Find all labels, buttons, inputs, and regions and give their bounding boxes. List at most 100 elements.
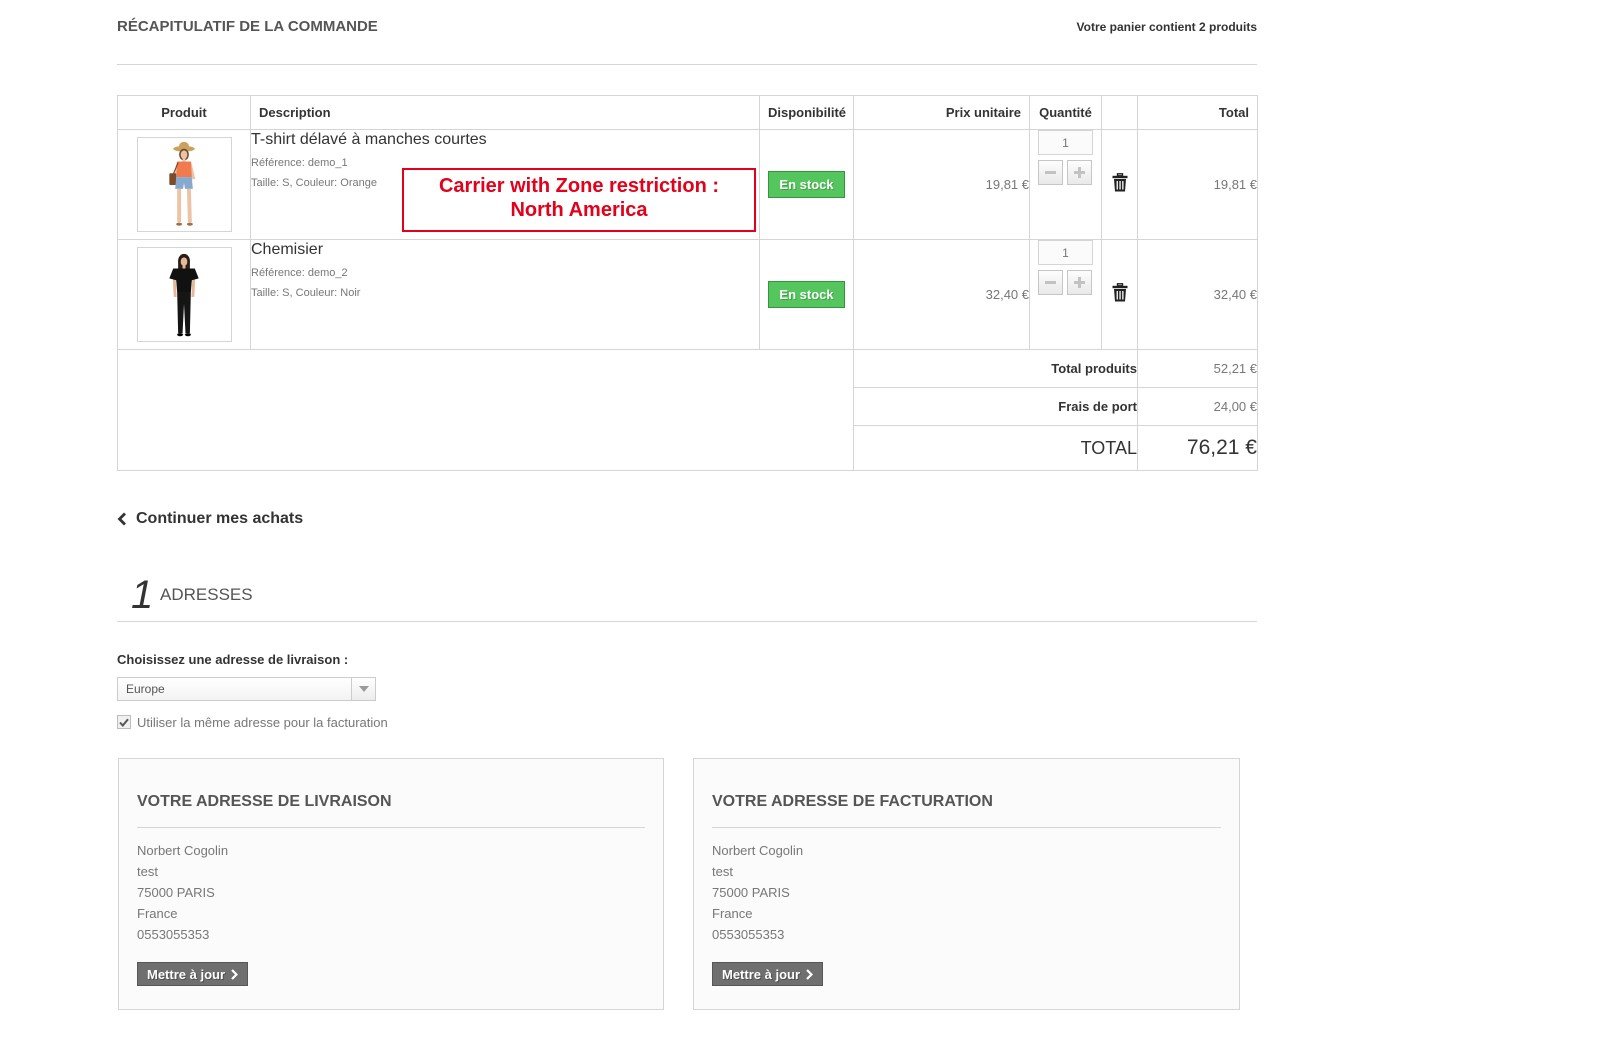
total-products-label: Total produits <box>853 349 1138 388</box>
delete-item-button[interactable] <box>1112 172 1128 197</box>
minus-icon <box>1045 281 1056 284</box>
availability-cell: En stock <box>759 239 854 350</box>
product-name-link[interactable]: T-shirt délavé à manches courtes <box>251 130 759 150</box>
product-image-cell <box>117 129 251 240</box>
continue-shopping-label: Continuer mes achats <box>136 510 304 527</box>
chevron-right-icon <box>806 968 814 980</box>
address-phone: 0553055353 <box>137 927 210 942</box>
address-box-title: VOTRE ADRESSE DE FACTURATION <box>712 793 993 810</box>
address-city: 75000 PARIS <box>137 885 215 900</box>
shipping-label: Frais de port <box>853 387 1138 426</box>
delivery-address-box: VOTRE ADRESSE DE LIVRAISON Norbert Cogol… <box>118 758 664 1010</box>
step-number: 1 <box>131 573 154 617</box>
unit-price: 32,40 € <box>853 239 1030 350</box>
unit-price: 19,81 € <box>853 129 1030 240</box>
stock-badge: En stock <box>768 281 845 308</box>
column-header-delete <box>1101 95 1138 130</box>
delivery-address-select[interactable]: Europe <box>117 677 376 701</box>
plus-icon <box>1074 167 1085 178</box>
checkmark-icon <box>119 718 129 727</box>
update-button-label: Mettre à jour <box>147 966 226 982</box>
shipping-value: 24,00 € <box>1137 387 1258 426</box>
total-products-value: 52,21 € <box>1137 349 1258 388</box>
product-attributes: Taille: S, Couleur: Noir <box>251 287 361 299</box>
table-row: Chemisier Référence: demo_2 Taille: S, C… <box>117 239 1258 350</box>
cart-count: Votre panier contient 2 produits <box>1076 20 1257 34</box>
step-divider <box>117 621 1257 622</box>
step-title: ADRESSES <box>160 585 253 604</box>
address-name: Norbert Cogolin <box>712 843 804 858</box>
update-invoice-address-button[interactable]: Mettre à jour <box>712 962 824 986</box>
dropdown-toggle[interactable] <box>351 678 375 700</box>
trash-icon <box>1112 282 1127 301</box>
product-image[interactable] <box>136 247 232 342</box>
same-address-checkbox[interactable] <box>117 715 131 729</box>
continue-shopping-link[interactable]: Continuer mes achats <box>117 509 303 529</box>
quantity-decrease-button[interactable] <box>1038 270 1063 295</box>
table-header-row: Produit Description Disponibilité Prix u… <box>117 95 1258 130</box>
quantity-cell <box>1029 129 1102 240</box>
update-delivery-address-button[interactable]: Mettre à jour <box>137 962 249 986</box>
address-phone: 0553055353 <box>712 927 785 942</box>
quantity-input[interactable] <box>1038 130 1093 155</box>
product-photo-chemisier <box>168 253 199 337</box>
dropdown-arrow-icon <box>358 686 369 692</box>
quantity-input[interactable] <box>1038 240 1093 265</box>
quantity-increase-button[interactable] <box>1067 160 1092 185</box>
delete-cell <box>1101 129 1138 240</box>
address-country: France <box>137 906 178 921</box>
quantity-increase-button[interactable] <box>1067 270 1092 295</box>
product-reference: Référence: demo_2 <box>251 267 348 279</box>
product-photo-tshirt <box>168 141 195 226</box>
update-button-label: Mettre à jour <box>722 966 801 982</box>
stock-badge: En stock <box>768 171 845 198</box>
address-lines: Norbert Cogolin test 75000 PARIS France … <box>137 840 645 945</box>
column-header-total: Total <box>1137 95 1258 130</box>
availability-cell: En stock <box>759 129 854 240</box>
annotation-line-2: North America <box>510 199 648 221</box>
column-header-quantity: Quantité <box>1029 95 1102 130</box>
same-address-option: Utiliser la même adresse pour la factura… <box>117 714 388 730</box>
column-header-description: Description <box>250 95 760 130</box>
delivery-address-dropdown[interactable]: Europe <box>118 678 375 700</box>
address-name: Norbert Cogolin <box>137 843 229 858</box>
product-image[interactable] <box>136 137 232 232</box>
minus-icon <box>1045 171 1056 174</box>
product-name-link[interactable]: Chemisier <box>251 240 759 260</box>
address-country: France <box>712 906 753 921</box>
cart-summary-table: Produit Description Disponibilité Prix u… <box>117 95 1258 471</box>
same-address-label: Utiliser la même adresse pour la factura… <box>137 714 388 730</box>
address-divider <box>712 827 1221 828</box>
grand-total-label: TOTAL <box>853 425 1138 471</box>
page-title: RÉCAPITULATIF DE LA COMMANDE <box>117 18 378 35</box>
line-total: 19,81 € <box>1137 129 1258 240</box>
totals-spacer <box>117 349 854 471</box>
annotation-line-1: Carrier with Zone restriction : <box>438 175 720 197</box>
quantity-cell <box>1029 239 1102 350</box>
total-products-row: Total produits 52,21 € <box>117 349 1258 471</box>
address-box-title: VOTRE ADRESSE DE LIVRAISON <box>137 793 392 810</box>
carrier-restriction-annotation: Carrier with Zone restriction : North Am… <box>402 168 756 232</box>
delete-item-button[interactable] <box>1112 282 1128 307</box>
quantity-stepper <box>1038 240 1093 295</box>
plus-icon <box>1074 277 1085 288</box>
address-divider <box>137 827 645 828</box>
delete-cell <box>1101 239 1138 350</box>
delivery-address-label: Choisissez une adresse de livraison : <box>117 652 349 667</box>
address-company: test <box>137 864 158 879</box>
address-lines: Norbert Cogolin test 75000 PARIS France … <box>712 840 1221 945</box>
trash-icon <box>1112 172 1127 191</box>
address-city: 75000 PARIS <box>712 885 790 900</box>
header-divider <box>117 64 1257 65</box>
column-header-unit-price: Prix unitaire <box>853 95 1030 130</box>
column-header-product: Produit <box>117 95 251 130</box>
product-description-cell: Chemisier Référence: demo_2 Taille: S, C… <box>250 239 760 350</box>
column-header-availability: Disponibilité <box>759 95 854 130</box>
quantity-decrease-button[interactable] <box>1038 160 1063 185</box>
chevron-left-icon <box>117 512 126 526</box>
address-company: test <box>712 864 733 879</box>
invoice-address-box: VOTRE ADRESSE DE FACTURATION Norbert Cog… <box>693 758 1240 1010</box>
quantity-stepper <box>1038 130 1093 185</box>
chevron-right-icon <box>231 968 239 980</box>
line-total: 32,40 € <box>1137 239 1258 350</box>
